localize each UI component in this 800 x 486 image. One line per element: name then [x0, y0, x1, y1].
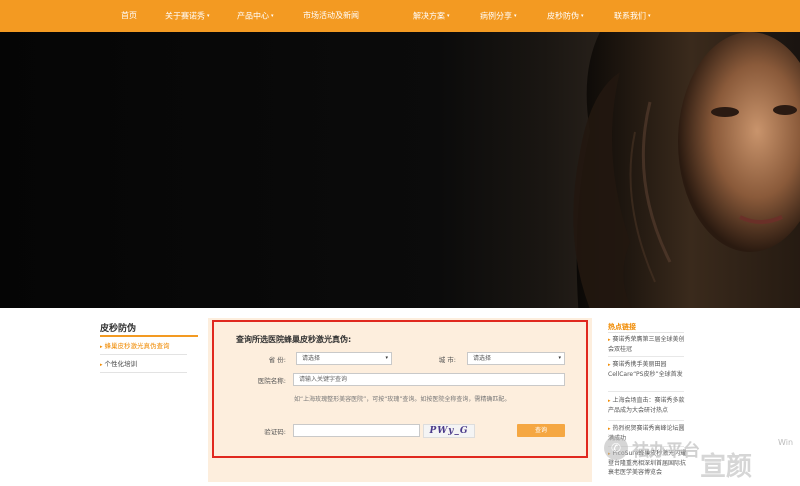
chevron-down-icon: ▾: [581, 13, 584, 19]
sidebar-divider: [100, 335, 198, 337]
divider: [608, 420, 684, 421]
search-hint: 如“上海玫瑰整形美容医院”，可按“玫瑰”查询。如按医院全称查询，需精确匹配。: [294, 396, 511, 403]
province-label: 省 份:: [268, 356, 286, 364]
chevron-down-icon: ▾: [648, 13, 651, 19]
hot-links-title: 热点链接: [608, 323, 636, 331]
hospital-label: 医院名称:: [257, 377, 286, 385]
watermark-corner-text: Win: [778, 438, 794, 447]
hot-link-item[interactable]: ▸ 上海会场直击：赛诺秀多款产品成为大会研讨热点: [608, 396, 688, 415]
city-label: 城 市:: [438, 356, 456, 364]
chevron-down-icon: ▾: [385, 355, 388, 361]
arrow-right-icon: ▸: [100, 362, 103, 368]
nav-contact[interactable]: 联系我们 ▾: [614, 0, 651, 32]
chevron-down-icon: ▾: [447, 13, 450, 19]
captcha-image[interactable]: PWy_G: [423, 424, 475, 438]
nav-anticounterfeit[interactable]: 皮秒防伪 ▾: [547, 0, 584, 32]
form-title: 查询所选医院蜂巢皮秒激光真伪:: [236, 335, 352, 344]
hot-links-divider: [608, 332, 684, 333]
nav-products[interactable]: 产品中心 ▾: [237, 0, 274, 32]
province-select[interactable]: 请选择 ▾: [296, 352, 392, 365]
sidebar-item-picosure-verify[interactable]: ▸ 蜂巢皮秒激光真伪查询: [100, 338, 187, 355]
sidebar-item-training[interactable]: ▸ 个性化培训: [100, 356, 187, 373]
watermark-logo-text: 宣颜: [700, 452, 753, 482]
arrow-right-icon: ▸: [608, 337, 611, 343]
hot-link-item[interactable]: ▸ 赛诺秀荣膺第三届全球美创会双桂冠: [608, 335, 688, 354]
nav-home[interactable]: 首页: [121, 0, 137, 32]
nav-cases[interactable]: 病例分享 ▾: [480, 0, 517, 32]
arrow-right-icon: ▸: [608, 362, 611, 368]
hospital-name-input[interactable]: 请输入关键字查询: [293, 373, 565, 386]
city-select[interactable]: 请选择 ▾: [467, 352, 565, 365]
captcha-label: 验证码:: [264, 428, 286, 436]
chat-bubble-icon: ✆: [604, 436, 628, 460]
nav-about[interactable]: 关于赛诺秀 ▾: [165, 0, 210, 32]
hot-link-item[interactable]: ▸ 赛诺秀携手美丽田园CellCare“PS皮秒”全球首发: [608, 360, 688, 379]
divider: [608, 356, 684, 357]
chevron-down-icon: ▾: [207, 13, 210, 19]
nav-solutions[interactable]: 解决方案 ▾: [413, 0, 450, 32]
arrow-right-icon: ▸: [608, 426, 611, 432]
arrow-right-icon: ▸: [100, 344, 103, 350]
model-portrait-image: [573, 32, 800, 308]
nav-news[interactable]: 市场活动及新闻: [303, 0, 359, 32]
divider: [608, 391, 684, 392]
chevron-down-icon: ▾: [558, 355, 561, 361]
watermark-text: 祛办平台: [632, 441, 700, 461]
query-button[interactable]: 查询: [517, 424, 565, 437]
sidebar-title: 皮秒防伪: [100, 324, 137, 334]
chevron-down-icon: ▾: [514, 13, 517, 19]
captcha-input[interactable]: [293, 424, 420, 437]
arrow-right-icon: ▸: [608, 398, 611, 404]
top-nav: 首页 关于赛诺秀 ▾ 产品中心 ▾ 市场活动及新闻 解决方案 ▾ 病例分享 ▾ 皮秒防伪…: [0, 0, 800, 32]
hero-banner: [0, 32, 800, 308]
chevron-down-icon: ▾: [271, 13, 274, 19]
